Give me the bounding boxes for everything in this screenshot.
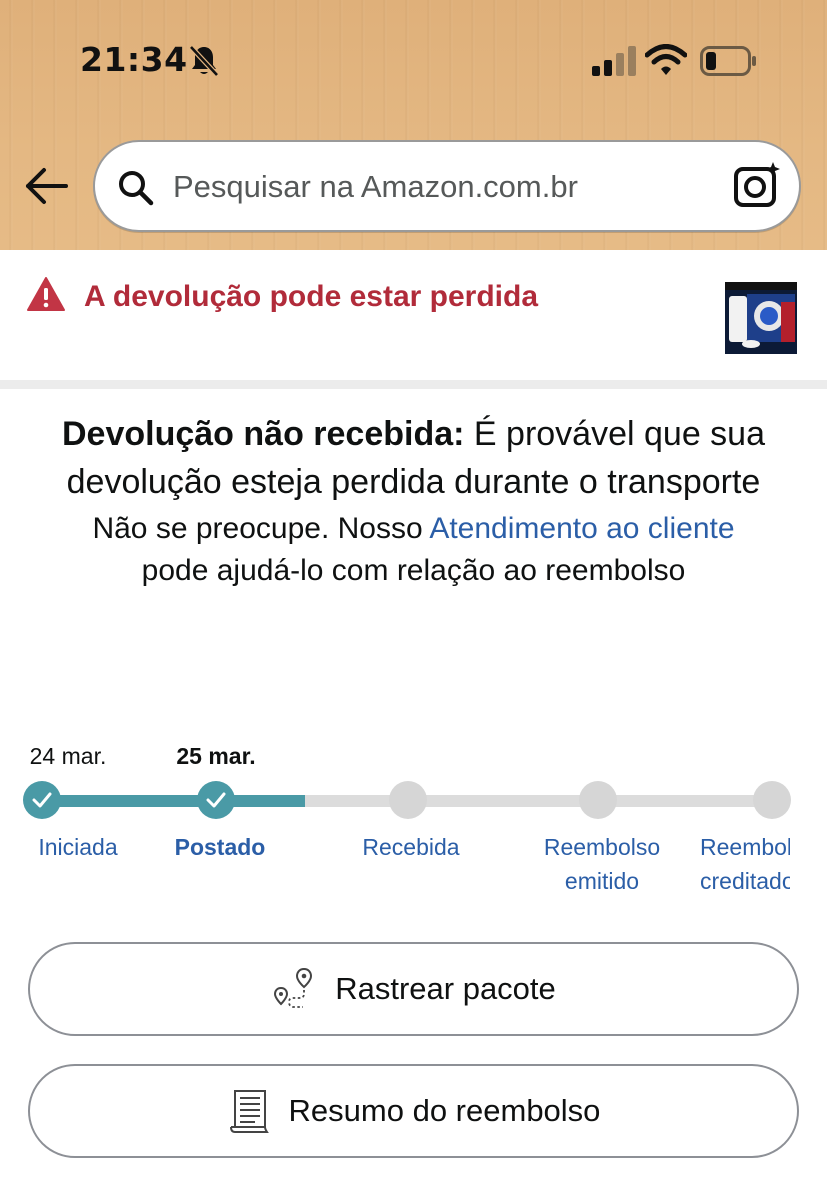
step-label-posted[interactable]: Postado [145,830,295,864]
bell-slash-icon [188,44,220,82]
refund-summary-label: Resumo do reembolso [288,1093,601,1128]
camera-lens-icon[interactable] [733,160,781,214]
alert-text: A devolução pode estar perdida [84,280,538,313]
alert-banner: A devolução pode estar perdida [0,250,827,380]
back-arrow-icon[interactable] [24,166,70,206]
step-dot-initiated [23,781,61,819]
step-dot-refund-issued [579,781,617,819]
step-date-initiated: 24 mar. [29,743,107,769]
step-date-posted: 25 mar. [176,743,256,769]
message-subtitle: Não se preocupe. Nosso Atendimento ao cl… [60,508,767,592]
check-icon [206,792,226,808]
section-divider [0,380,827,389]
step-dot-posted [197,781,235,819]
route-pin-icon [271,966,317,1012]
step-label-initiated[interactable]: Iniciada [3,830,153,864]
status-bar: 21:34 [0,0,827,120]
message-sub-after: pode ajudá-lo com relação ao reembolso [141,554,686,587]
message-title: Devolução não recebida: É provável que s… [60,410,767,506]
receipt-icon [227,1088,271,1134]
header: 21:34 [0,0,827,250]
return-progress-tracker: 24 mar. 25 mar. Iniciada Postado Recebid… [0,735,827,895]
track-package-label: Rastrear pacote [335,971,556,1006]
customer-service-link[interactable]: Atendimento ao cliente [429,512,734,545]
refund-summary-button[interactable]: Resumo do reembolso [28,1064,799,1158]
search-icon[interactable] [117,169,155,211]
progress-fill [42,795,305,807]
return-status-message: Devolução não recebida: É provável que s… [60,410,767,592]
search-bar[interactable] [93,140,801,232]
search-input[interactable] [173,164,713,210]
status-time: 21:34 [80,40,188,79]
message-sub-before: Não se preocupe. Nosso [92,512,430,545]
cellular-signal-icon [592,46,636,80]
message-title-bold: Devolução não recebida: [62,415,465,453]
check-icon [32,792,52,808]
step-label-received[interactable]: Recebida [336,830,486,864]
wifi-icon [644,44,688,80]
step-dot-received [389,781,427,819]
product-image[interactable] [721,276,801,356]
warning-triangle-icon [26,276,66,316]
track-package-button[interactable]: Rastrear pacote [28,942,799,1036]
step-dot-refund-credited [753,781,791,819]
step-label-refund-issued[interactable]: Reembolso emitido [517,830,687,898]
battery-icon [700,46,756,80]
step-label-refund-credited[interactable]: Reembolso creditado [700,830,790,898]
